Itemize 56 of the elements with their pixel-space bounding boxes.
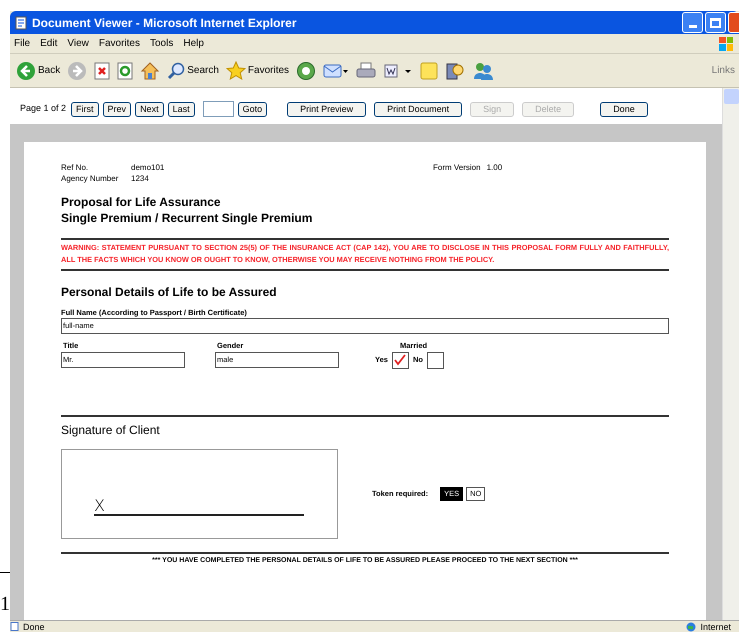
menu-item[interactable]: Edit: [40, 36, 58, 51]
signature-line: X: [94, 498, 304, 516]
printer-icon[interactable]: [356, 62, 376, 80]
page-icon: [10, 622, 19, 631]
star-icon: [226, 61, 246, 80]
maximize-button[interactable]: [705, 12, 726, 33]
minimize-button[interactable]: [682, 12, 703, 33]
window-title: Document Viewer - Microsoft Internet Explorer: [32, 14, 296, 32]
menu-item[interactable]: Favorites: [98, 36, 140, 51]
links-label[interactable]: Links: [712, 63, 735, 78]
mail-icon[interactable]: [323, 62, 350, 80]
margin-number: 1: [0, 594, 10, 614]
signature-box[interactable]: X: [61, 448, 338, 538]
media-icon[interactable]: [296, 60, 316, 80]
toolbar-button[interactable]: Prev: [102, 102, 132, 116]
document-icon: [14, 16, 28, 30]
menu-item[interactable]: Tools: [150, 36, 174, 51]
back-button[interactable]: Back: [16, 60, 60, 80]
book-icon[interactable]: [445, 60, 466, 80]
menu-item[interactable]: Help: [183, 36, 204, 51]
toolbar-button[interactable]: Print Document: [374, 102, 462, 116]
section-heading: Signature of Client: [61, 422, 161, 438]
zone-text: Internet: [700, 622, 731, 632]
menu-item[interactable]: View: [67, 36, 89, 51]
toolbar-button[interactable]: Last: [168, 102, 195, 116]
home-icon[interactable]: [140, 62, 160, 80]
search-icon: [167, 62, 186, 80]
checkbox[interactable]: [426, 352, 444, 368]
goto-page-field[interactable]: [202, 101, 234, 117]
people-icon[interactable]: [472, 60, 494, 80]
field-label: Agency Number: [61, 173, 120, 184]
section-heading: Personal Details of Life to be Assured: [61, 284, 278, 301]
page-indicator: Page 1 of 2: [20, 102, 66, 116]
toolbar-button[interactable]: Print Preview: [287, 102, 366, 116]
globe-icon: [686, 622, 696, 632]
toolbar-button[interactable]: Done: [600, 102, 648, 116]
toolbar-button[interactable]: Next: [135, 102, 164, 116]
refresh-icon[interactable]: [117, 62, 134, 80]
favorites-button[interactable]: Favorites: [226, 61, 290, 80]
field-value: demo101: [131, 162, 166, 173]
status-text: Done: [23, 622, 45, 632]
form-subtitle: Single Premium / Recurrent Single Premium: [61, 210, 314, 226]
search-button[interactable]: Search: [167, 62, 219, 80]
toolbar-button[interactable]: First: [71, 102, 99, 116]
field-label: Ref No.: [61, 162, 90, 173]
form-title: Proposal for Life Assurance: [61, 194, 222, 210]
windows-logo-icon: [719, 36, 733, 50]
stop-icon[interactable]: [94, 62, 110, 80]
goto-button[interactable]: Goto: [238, 102, 268, 116]
field-label: Form Version: [433, 162, 481, 173]
scrollbar[interactable]: [722, 88, 739, 620]
checkbox[interactable]: [392, 352, 409, 368]
document-edit-icon[interactable]: [383, 62, 414, 80]
menu-item[interactable]: File: [14, 36, 30, 51]
field-value: 1234: [131, 173, 150, 184]
field-value: 1.00: [486, 162, 502, 173]
